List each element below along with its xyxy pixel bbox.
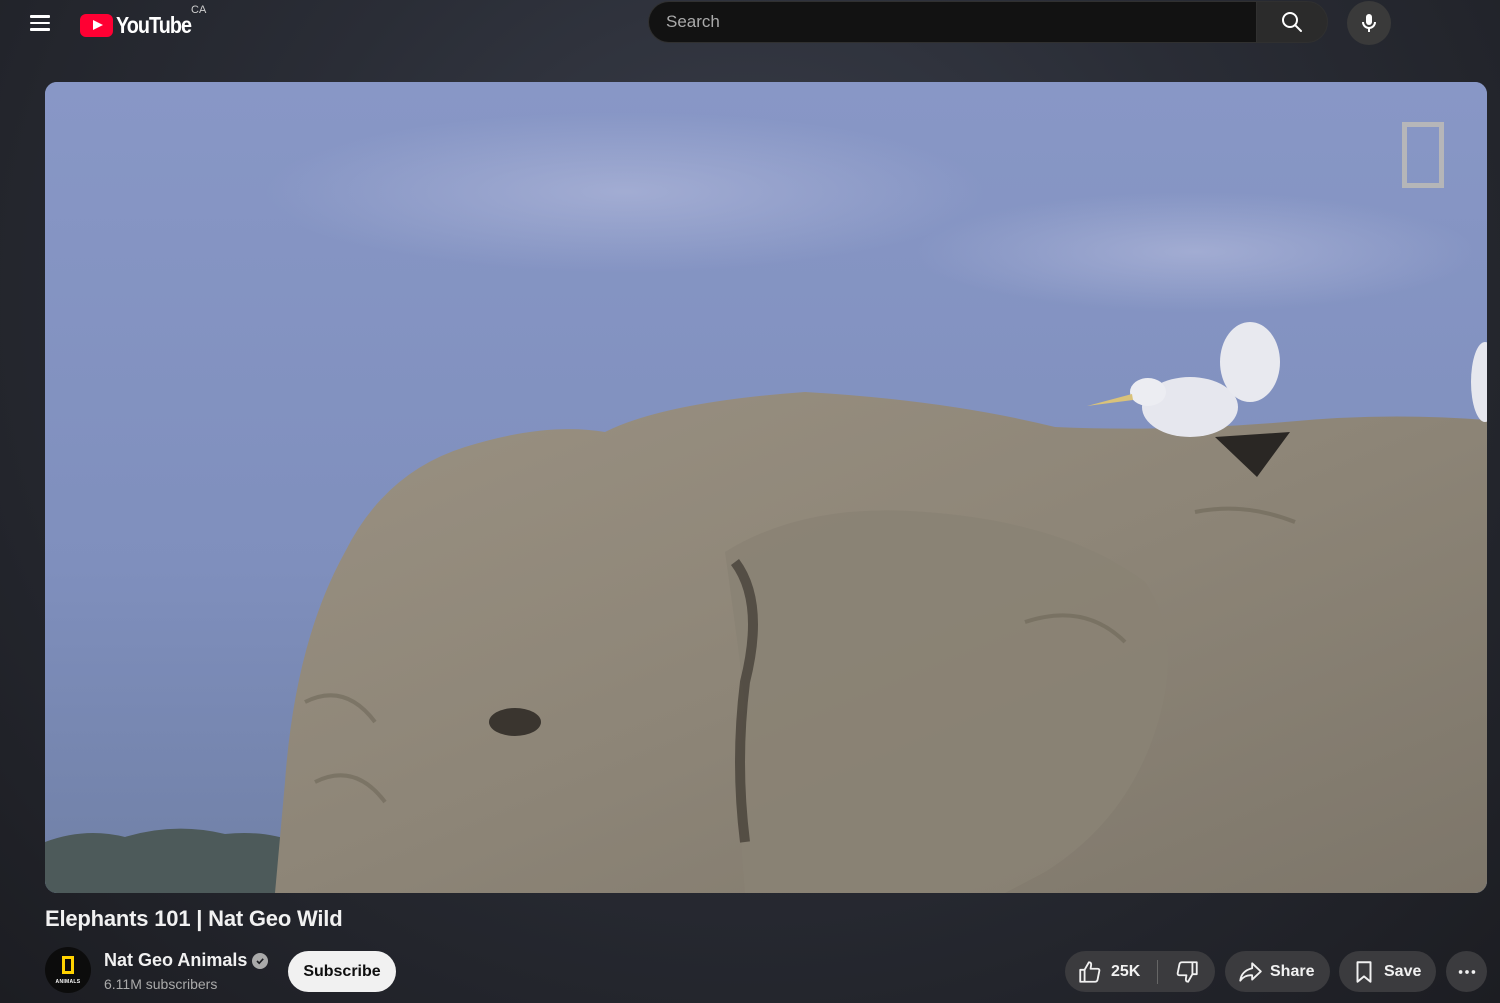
voice-search-button[interactable] <box>1347 1 1391 45</box>
share-arrow-icon <box>1239 961 1262 982</box>
save-label: Save <box>1384 962 1422 980</box>
more-horizontal-icon <box>1458 969 1475 974</box>
top-bar: YouTube CA <box>0 0 1500 48</box>
video-frame-elephant <box>45 82 1487 893</box>
mic-icon <box>1362 14 1376 32</box>
avatar-label: ANIMALS <box>55 979 81 985</box>
save-button[interactable]: Save <box>1339 951 1436 992</box>
search-box <box>648 1 1256 43</box>
youtube-play-icon <box>80 13 113 37</box>
channel-name-link[interactable]: Nat Geo Animals <box>104 950 269 971</box>
video-player[interactable] <box>45 82 1487 893</box>
nat-geo-logo-icon <box>62 956 74 974</box>
subscribe-button[interactable]: Subscribe <box>288 951 396 992</box>
share-button[interactable]: Share <box>1225 951 1330 992</box>
thumbs-up-icon <box>1079 960 1101 983</box>
youtube-logo[interactable]: YouTube <box>80 10 203 40</box>
like-dislike-group: 25K <box>1065 951 1215 992</box>
thumbs-down-icon <box>1176 960 1198 983</box>
logo-text: YouTube <box>116 11 192 38</box>
country-code: CA <box>191 4 207 16</box>
menu-icon[interactable] <box>22 8 58 38</box>
like-count: 25K <box>1111 962 1141 980</box>
nat-geo-watermark <box>1402 122 1444 188</box>
like-button[interactable]: 25K <box>1065 951 1157 992</box>
search-button[interactable] <box>1256 1 1328 43</box>
subscriber-count: 6.11M subscribers <box>104 976 218 992</box>
channel-avatar[interactable]: ANIMALS <box>45 947 91 993</box>
search-icon <box>1282 12 1302 32</box>
dislike-button[interactable] <box>1158 951 1215 992</box>
channel-name: Nat Geo Animals <box>104 950 248 970</box>
more-actions-button[interactable] <box>1446 951 1487 992</box>
video-title: Elephants 101 | Nat Geo Wild <box>45 906 343 931</box>
bookmark-icon <box>1356 960 1372 983</box>
search-input[interactable] <box>649 11 1228 33</box>
share-label: Share <box>1270 962 1315 980</box>
verified-check-icon <box>252 952 269 969</box>
